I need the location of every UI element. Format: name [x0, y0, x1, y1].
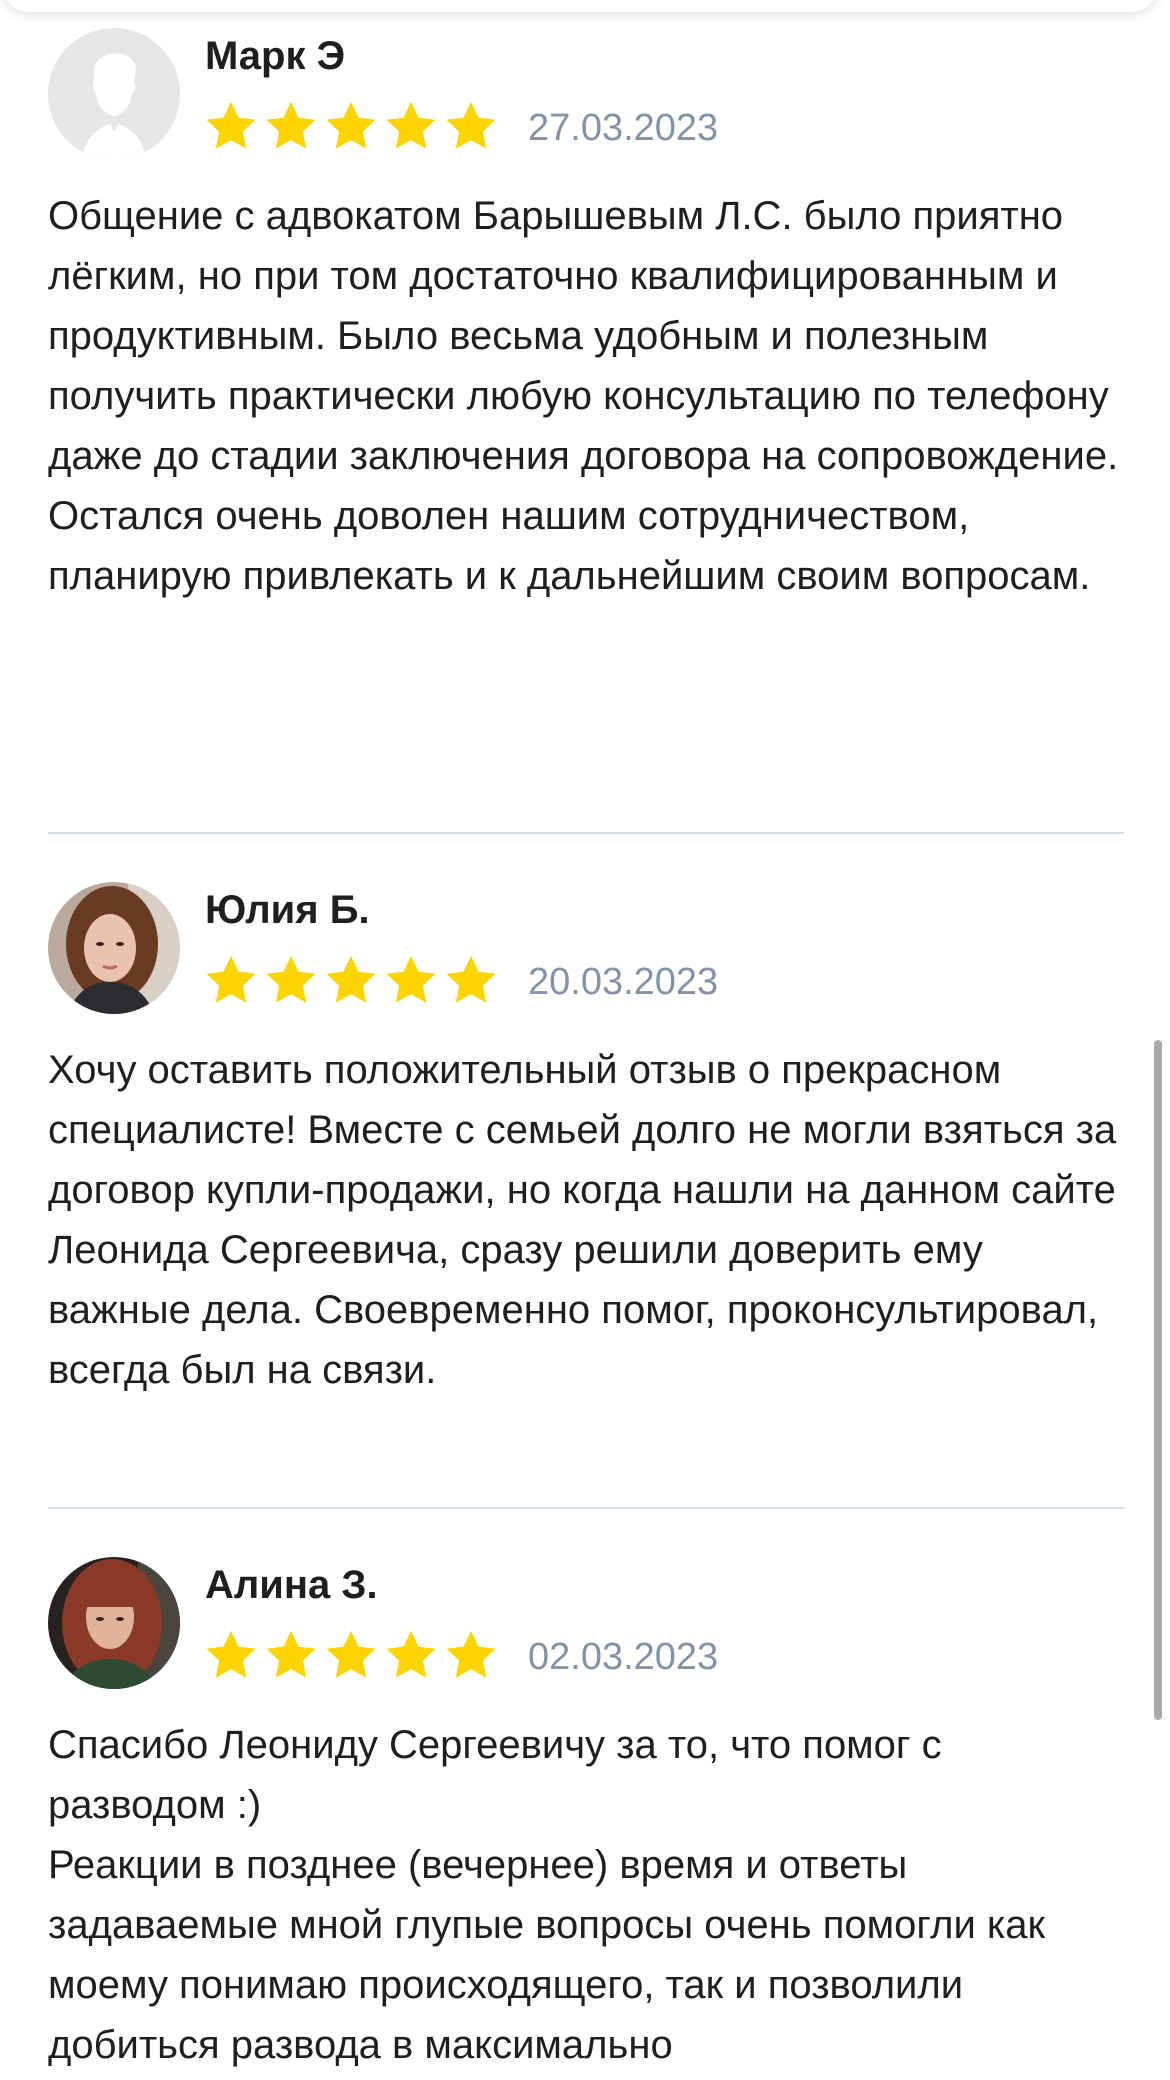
- star-icon: [386, 101, 436, 149]
- star-icon: [446, 1630, 496, 1678]
- top-card-edge: [0, 0, 1160, 12]
- star-icon: [386, 955, 436, 1003]
- review-divider: [48, 832, 1124, 834]
- rating-stars: [203, 1627, 499, 1683]
- star-icon: [266, 101, 316, 149]
- review-author: Юлия Б.: [205, 888, 370, 932]
- user-photo: [48, 1557, 180, 1689]
- star-icon: [326, 1630, 376, 1678]
- user-photo: [48, 882, 180, 1014]
- rating-stars: [203, 952, 499, 1008]
- review-divider: [48, 1507, 1124, 1509]
- star-icon: [386, 1630, 436, 1678]
- star-icon: [326, 101, 376, 149]
- star-icon: [266, 1630, 316, 1678]
- avatar: [48, 1557, 180, 1689]
- star-icon: [206, 1630, 256, 1678]
- review-text: Спасибо Леониду Сергеевичу за то, что по…: [48, 1723, 1046, 2067]
- review-date: 20.03.2023: [528, 961, 719, 1003]
- star-icon: [206, 101, 256, 149]
- star-icon: [266, 955, 316, 1003]
- review-date: 02.03.2023: [528, 1636, 719, 1678]
- avatar: [48, 28, 180, 160]
- review-author: Алина З.: [205, 1563, 378, 1607]
- scrollbar-thumb[interactable]: [1154, 1040, 1162, 1720]
- review-author: Марк Э: [205, 34, 346, 78]
- avatar: [48, 882, 180, 1014]
- star-icon: [326, 955, 376, 1003]
- star-icon: [446, 101, 496, 149]
- review-date: 27.03.2023: [528, 107, 719, 149]
- review-text: Общение с адвокатом Барышевым Л.С. было …: [48, 194, 1119, 598]
- default-avatar-icon: [48, 28, 180, 160]
- review-text: Хочу оставить положительный отзыв о прек…: [48, 1048, 1117, 1392]
- star-icon: [206, 955, 256, 1003]
- rating-stars: [203, 98, 499, 154]
- star-icon: [446, 955, 496, 1003]
